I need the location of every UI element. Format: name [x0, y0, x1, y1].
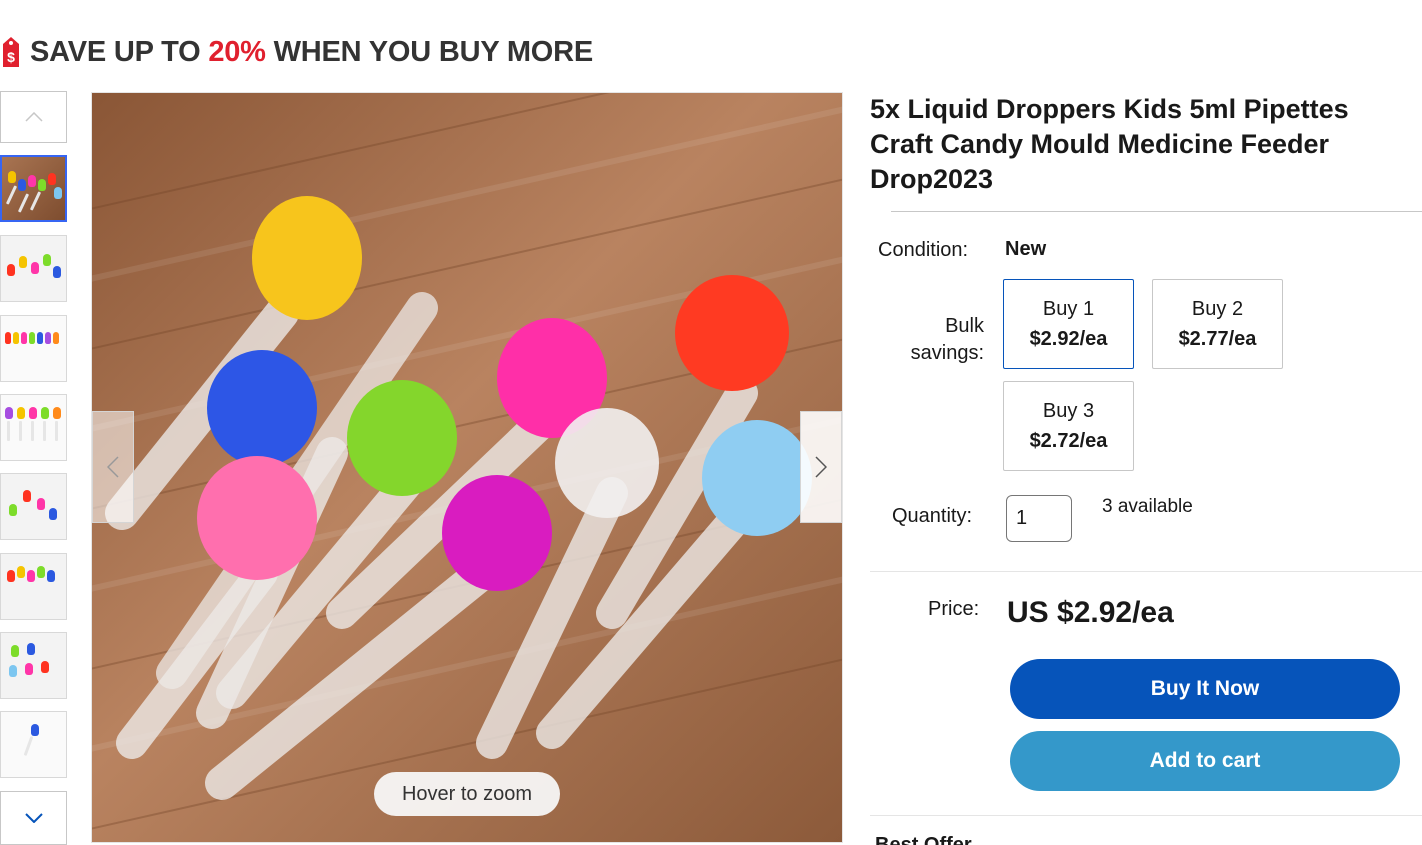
- thumbnail-6[interactable]: [0, 553, 67, 620]
- thumbnail-scroll-up-button[interactable]: [0, 91, 67, 143]
- add-to-cart-button[interactable]: Add to cart: [1010, 731, 1400, 791]
- promo-text: SAVE UP TO 20% WHEN YOU BUY MORE: [30, 35, 594, 68]
- chevron-left-icon: [107, 456, 119, 478]
- thumbnail-3[interactable]: [0, 315, 67, 382]
- thumbnail-5[interactable]: [0, 473, 67, 540]
- thumbnail-1[interactable]: [0, 155, 67, 222]
- thumbnail-2[interactable]: [0, 235, 67, 302]
- thumbnail-8[interactable]: [0, 711, 67, 778]
- buy-it-now-button[interactable]: Buy It Now: [1010, 659, 1400, 719]
- chevron-down-icon: [24, 813, 43, 823]
- quantity-input[interactable]: [1006, 495, 1072, 542]
- best-offer-heading: Best Offer: [875, 834, 972, 845]
- hover-to-zoom-label: Hover to zoom: [374, 772, 560, 816]
- product-title: 5x Liquid Droppers Kids 5ml Pipettes Cra…: [870, 94, 1349, 194]
- main-product-image[interactable]: Hover to zoom: [91, 92, 843, 843]
- previous-image-button[interactable]: [92, 411, 134, 523]
- thumbnail-7[interactable]: [0, 632, 67, 699]
- next-image-button[interactable]: [800, 411, 842, 523]
- promo-banner: $ SAVE UP TO 20% WHEN YOU BUY MORE: [0, 32, 593, 72]
- bulk-option-buy-2[interactable]: Buy 2 $2.77/ea: [1152, 279, 1283, 369]
- price-value: US $2.92/ea: [1007, 596, 1174, 629]
- product-photo: [92, 93, 842, 842]
- bulk-option-buy-3[interactable]: Buy 3 $2.72/ea: [1003, 381, 1134, 471]
- price-tag-icon: $: [3, 37, 19, 67]
- divider: [870, 815, 1422, 816]
- bulk-savings-label: Bulk savings:: [910, 315, 984, 364]
- thumbnail-scroll-down-button[interactable]: [0, 791, 67, 845]
- divider: [891, 211, 1422, 212]
- condition-value: New: [1005, 238, 1047, 260]
- divider: [870, 571, 1422, 572]
- bulk-option-buy-1[interactable]: Buy 1 $2.92/ea: [1003, 279, 1134, 369]
- quantity-label: Quantity:: [892, 505, 973, 527]
- price-label: Price:: [928, 598, 980, 620]
- thumbnail-4[interactable]: [0, 394, 67, 461]
- promo-highlight: 20%: [208, 35, 266, 68]
- condition-label: Condition:: [878, 239, 969, 261]
- chevron-right-icon: [815, 456, 827, 478]
- chevron-up-icon: [24, 112, 43, 122]
- available-count: 3 available: [1102, 496, 1193, 517]
- svg-text:$: $: [7, 49, 15, 65]
